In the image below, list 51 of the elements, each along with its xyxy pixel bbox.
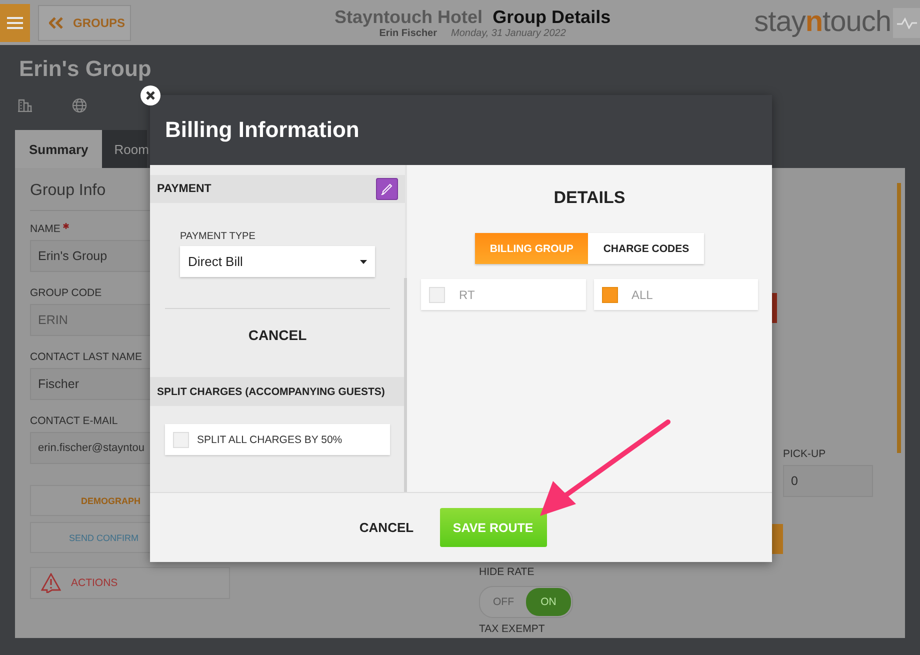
page-title: Group Details [492, 6, 611, 28]
warning-icon [41, 573, 61, 593]
business-date: Monday, 31 January 2022 [451, 28, 566, 38]
double-chevron-icon [49, 16, 63, 28]
scrollbar[interactable] [897, 183, 901, 453]
field-label: CONTACT LAST NAME [30, 351, 142, 363]
action-button[interactable] [772, 293, 777, 323]
toggle-option[interactable]: ON [526, 588, 571, 616]
pencil-icon [381, 183, 393, 195]
field-label: HIDE RATE [479, 566, 534, 580]
edit-button[interactable] [376, 178, 398, 200]
cancel-button[interactable]: CANCEL [355, 520, 418, 535]
tab[interactable]: Room [102, 130, 148, 168]
section-title: DETAILS [554, 188, 626, 208]
field-label: NAME [30, 223, 60, 235]
pickup-field[interactable]: 0 [783, 465, 873, 497]
billing-group-item[interactable]: RT [421, 279, 586, 310]
caret-icon [360, 260, 367, 264]
globe-icon [72, 98, 87, 113]
action-button[interactable] [772, 524, 783, 554]
field-label: PICK-UP [783, 448, 826, 462]
groups-back-button[interactable]: GROUPS [38, 4, 131, 40]
group-name: Erin's Group [18, 55, 152, 83]
checkbox-row[interactable]: SPLIT ALL CHARGES BY 50% [165, 424, 390, 455]
hide-rate-toggle[interactable]: OFF ON [479, 586, 573, 618]
cancel-button[interactable]: CANCEL [248, 327, 307, 343]
field-label: PAYMENT TYPE [180, 231, 256, 242]
field-label: TAX EXEMPT [479, 623, 545, 637]
hotel-name: Stayntouch Hotel [334, 6, 483, 28]
tab[interactable]: Summary [15, 130, 102, 168]
field-label: CONTACT E-MAIL [30, 415, 118, 427]
pulse-icon [896, 16, 916, 28]
actions-button[interactable]: ACTIONS [30, 567, 230, 599]
toggle-option[interactable]: OFF [481, 588, 526, 616]
menu-button[interactable] [0, 4, 30, 42]
brand-logo: stayntouch [754, 6, 891, 39]
checkbox[interactable] [602, 286, 618, 302]
modal-title: Billing Information [165, 117, 360, 143]
segment-tab[interactable]: BILLING GROUP [474, 233, 588, 264]
segment-tab[interactable]: CHARGE CODES [588, 233, 704, 264]
field-label: GROUP CODE [30, 287, 102, 299]
menu-icon [7, 16, 23, 30]
close-icon[interactable] [140, 85, 161, 106]
required-icon [63, 223, 70, 229]
payment-type-select[interactable]: Direct Bill [180, 246, 375, 277]
billing-group-item[interactable]: ALL [594, 279, 758, 310]
save-route-button[interactable]: SAVE ROUTE [440, 508, 547, 547]
user-name: Erin Fischer [379, 28, 438, 38]
building-icon [18, 98, 32, 112]
section-title: PAYMENT [157, 183, 212, 195]
activity-button[interactable] [893, 8, 920, 38]
